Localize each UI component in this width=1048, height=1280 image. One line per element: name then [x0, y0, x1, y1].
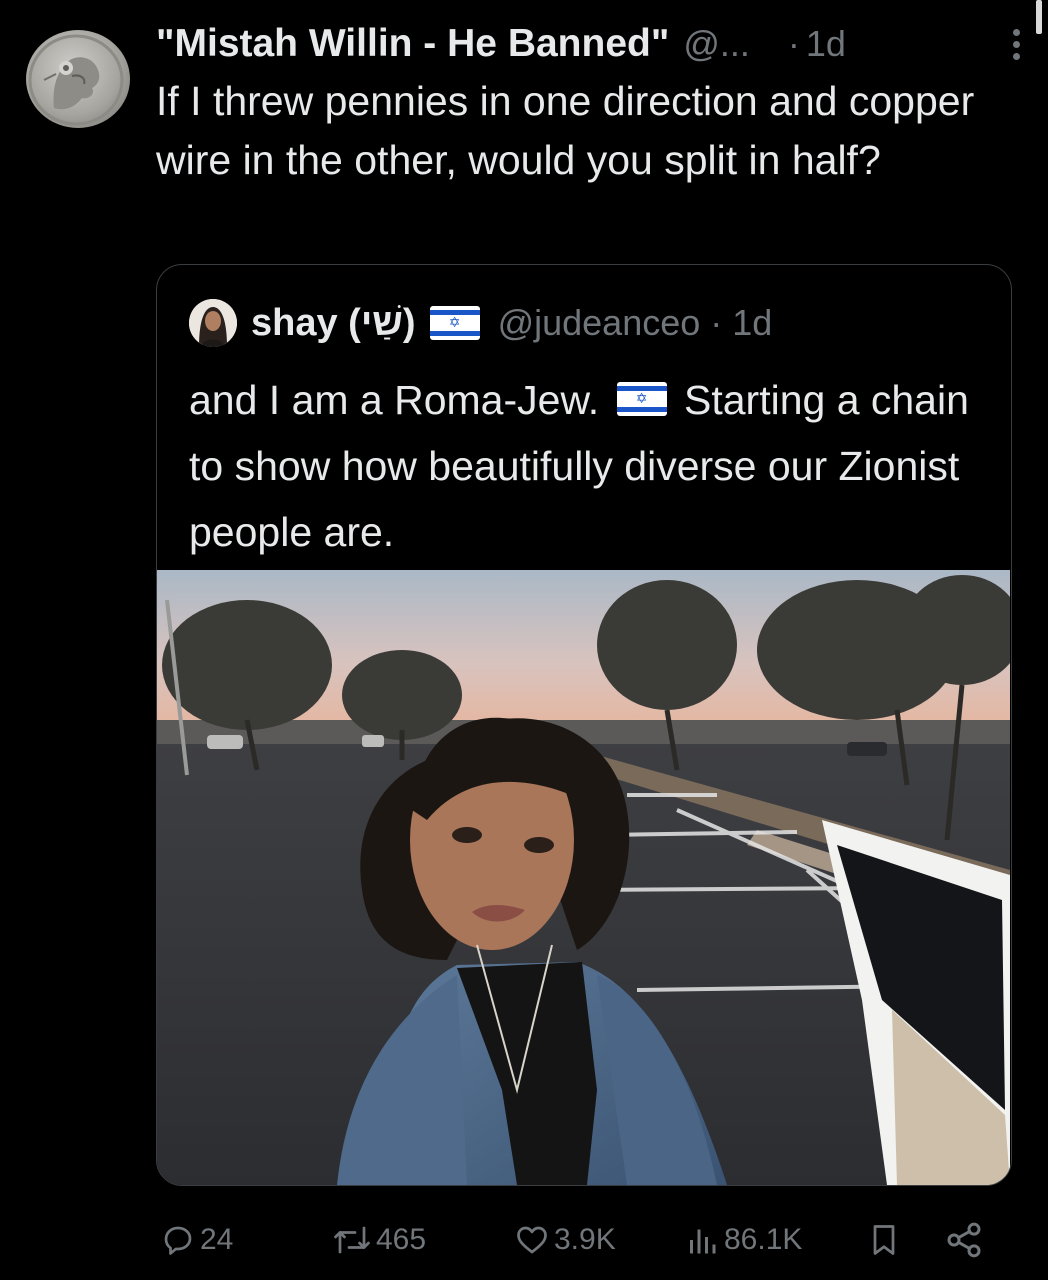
- author-avatar[interactable]: [26, 30, 130, 128]
- share-button[interactable]: [944, 1210, 984, 1270]
- views-count: 86.1K: [724, 1223, 803, 1256]
- author-handle[interactable]: @...: [683, 23, 750, 65]
- author-display-name[interactable]: "Mistah Willin - He Banned": [156, 22, 669, 66]
- repost-count: 465: [376, 1223, 427, 1256]
- reply-icon: [164, 1226, 192, 1255]
- bookmark-icon: [873, 1225, 895, 1255]
- quoted-tweet-text: and I am a Roma-Jew. ✡ Starting a chain …: [189, 367, 989, 565]
- quoted-text-part-1: and I am a Roma-Jew.: [189, 377, 600, 423]
- tweet-header: "Mistah Willin - He Banned" @... · 1d: [156, 16, 1028, 72]
- more-options-icon[interactable]: [1013, 28, 1020, 60]
- scrollbar[interactable]: [1036, 0, 1042, 34]
- like-count: 3.9K: [554, 1223, 616, 1256]
- quoted-tweet[interactable]: shay (שַׁי) ✡ @judeanceo · 1d and I am a…: [156, 264, 1012, 1186]
- repost-icon: [334, 1226, 370, 1254]
- israel-flag-icon: ✡: [616, 382, 667, 417]
- bookmark-button[interactable]: [866, 1210, 902, 1270]
- reply-count: 24: [200, 1223, 234, 1256]
- repost-button[interactable]: 465: [332, 1210, 426, 1270]
- quoted-author-display-name[interactable]: shay (שַׁי): [251, 302, 416, 345]
- quoted-tweet-photo[interactable]: [157, 570, 1010, 1185]
- share-icon: [947, 1222, 981, 1258]
- tweet-actions-bar: 24 465 3.9K 86.1K: [160, 1210, 996, 1270]
- quoted-author-handle-time[interactable]: @judeanceo · 1d: [498, 302, 773, 344]
- heart-icon: [517, 1226, 547, 1254]
- quoted-tweet-header: shay (שַׁי) ✡ @judeanceo · 1d: [189, 297, 772, 349]
- tweet-timestamp[interactable]: 1d: [806, 23, 846, 65]
- views-button[interactable]: 86.1K: [684, 1210, 802, 1270]
- reply-button[interactable]: 24: [160, 1210, 233, 1270]
- separator-dot: ·: [787, 23, 800, 64]
- views-icon: [690, 1229, 716, 1254]
- tweet-text: If I threw pennies in one direction and …: [156, 78, 975, 183]
- israel-flag-icon: ✡: [429, 306, 480, 340]
- like-button[interactable]: 3.9K: [514, 1210, 616, 1270]
- quoted-author-avatar[interactable]: [189, 299, 237, 347]
